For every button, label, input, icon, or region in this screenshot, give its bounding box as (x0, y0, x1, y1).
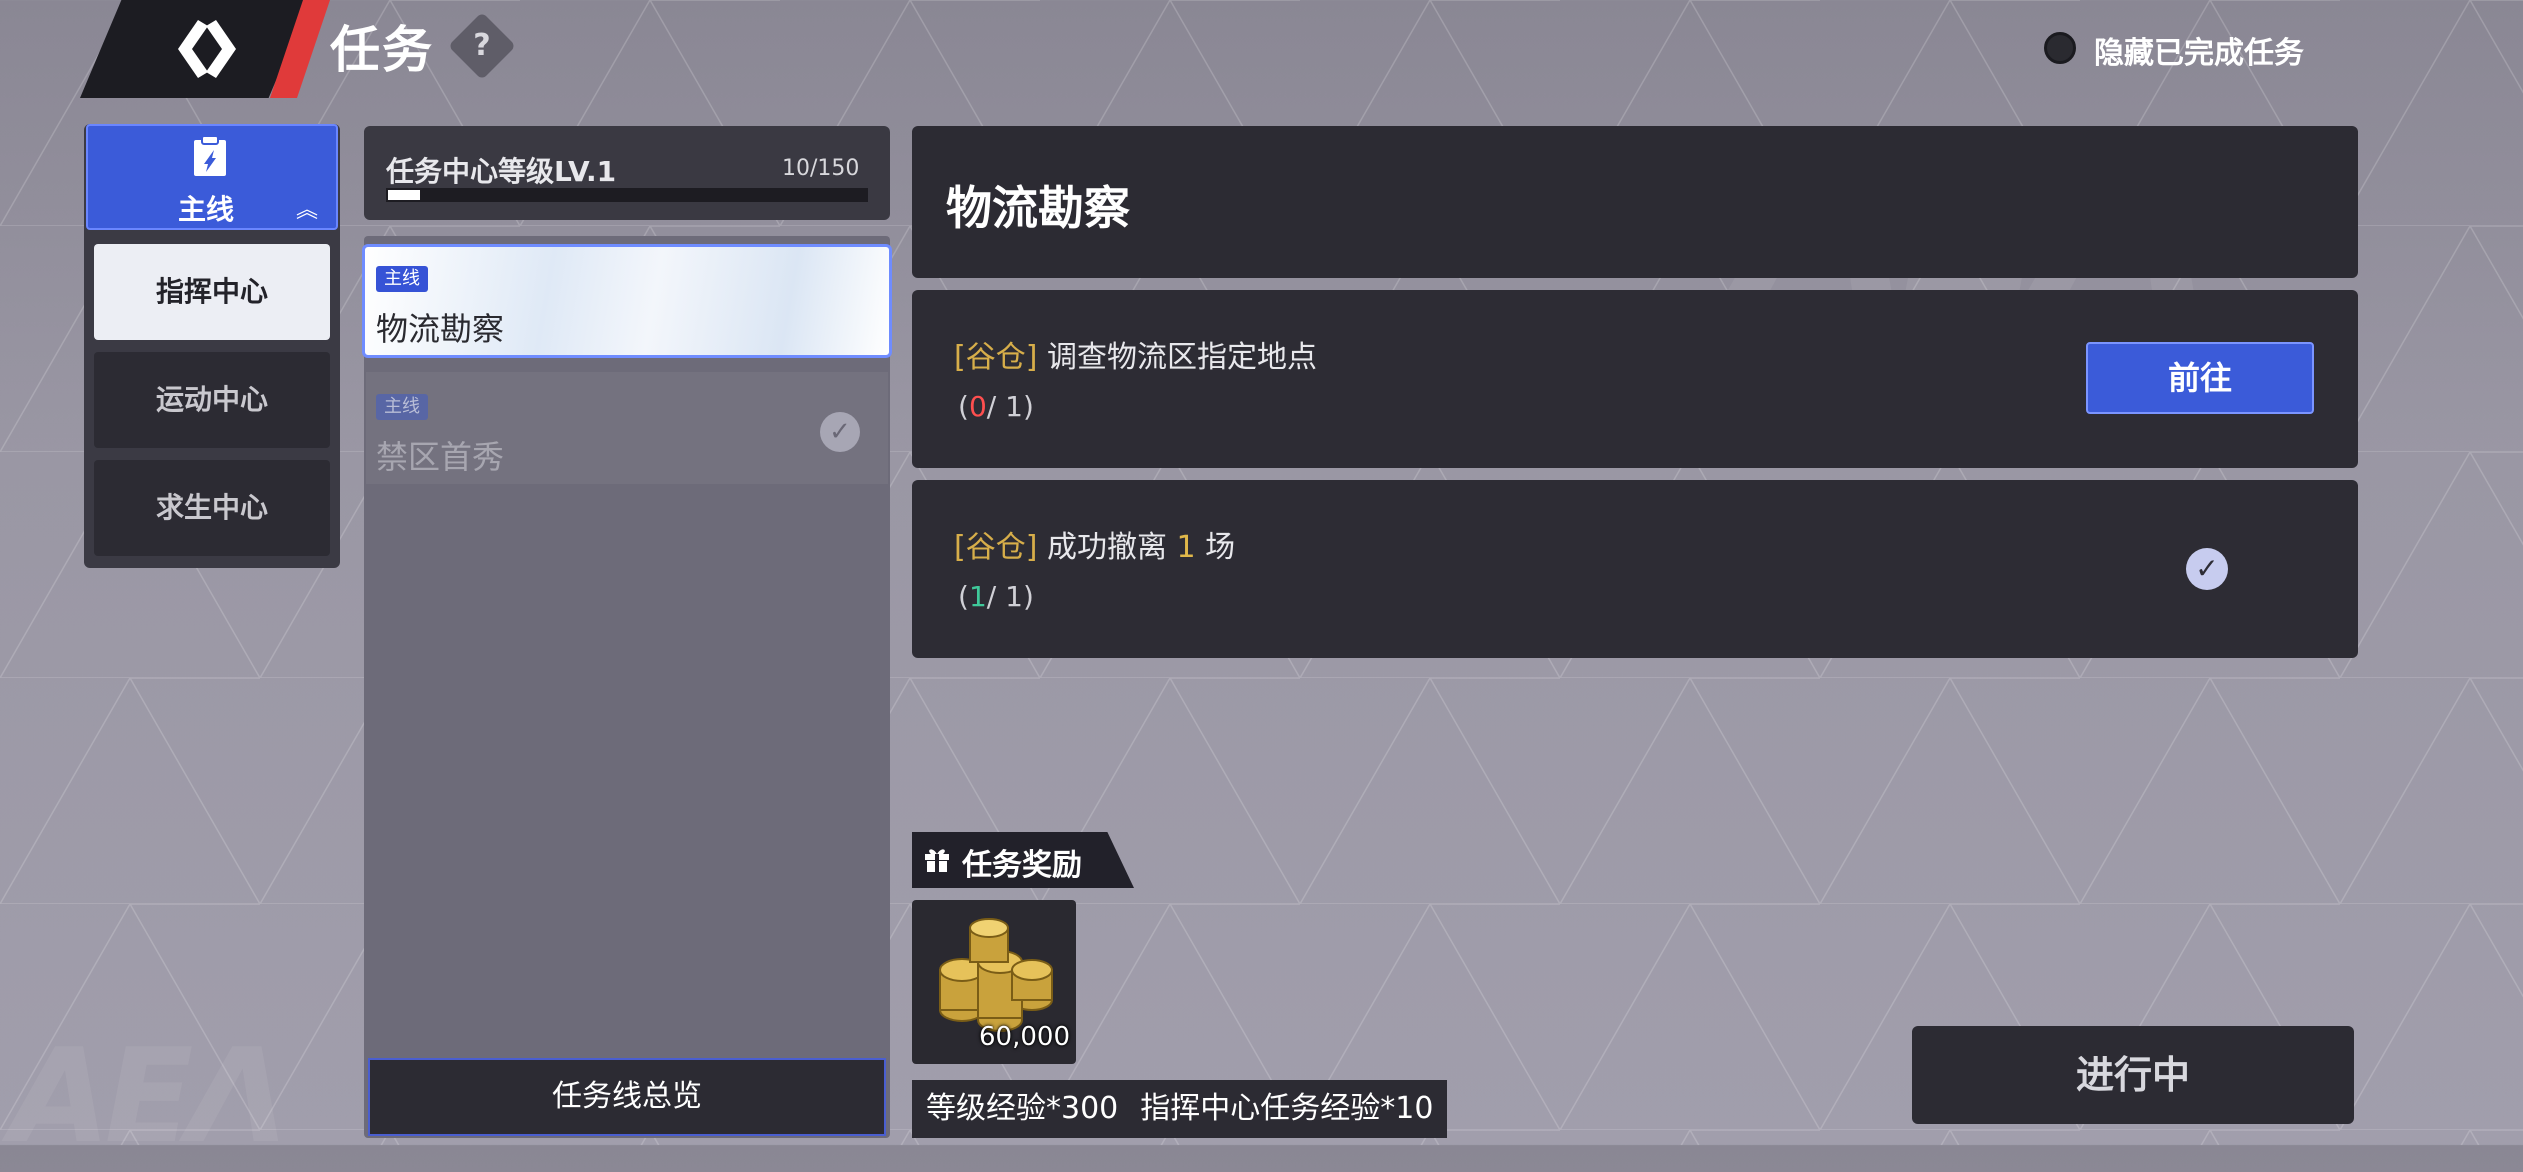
objective-description: 成功撤离 (1046, 530, 1167, 565)
objective-text: [谷仓] 调查物流区指定地点 (954, 332, 1317, 376)
clipboard-icon (194, 135, 226, 176)
progress-close: ) (1022, 390, 1034, 423)
level-progress-track (386, 188, 868, 202)
reward-level-exp: 等级经验*300 (926, 1091, 1119, 1126)
quest-title: 禁区首秀 (376, 438, 505, 476)
objective-card (912, 480, 2358, 658)
progress-sep: / (986, 390, 997, 423)
objective-category: [谷仓] (954, 340, 1038, 375)
progress-total: 1 (1005, 390, 1023, 423)
back-arrow-icon (178, 20, 236, 78)
reward-exp: 等级经验*300 指挥中心任务经验*10 (912, 1080, 1448, 1138)
gift-icon (925, 849, 949, 872)
hide-completed-label[interactable]: 隐藏已完成任务 (2094, 28, 2304, 72)
reward-center-exp: 指挥中心任务经验*10 (1140, 1091, 1434, 1126)
level-progress-fill (388, 190, 420, 200)
nav-item-survival-center[interactable]: 求生中心 (94, 460, 330, 556)
quest-tag-main: 主线 (376, 394, 428, 420)
help-icon[interactable]: ? (458, 22, 506, 70)
quest-tag-main: 主线 (376, 266, 428, 292)
objective-text: [谷仓] 成功撤离 1 场 (954, 522, 1235, 566)
objective-progress: (0/ 1) (958, 390, 1034, 423)
page-title: 任务 (330, 21, 434, 79)
progress-total: 1 (1005, 580, 1023, 613)
quest-detail-title: 物流勘察 (946, 181, 1130, 235)
progress-sep: / (986, 580, 997, 613)
watermark-logo-bottom: AEΛ (10, 1020, 288, 1172)
progress-open: ( (958, 580, 969, 613)
reward-item-count: 60,000 (979, 1022, 1070, 1052)
questline-overview-button[interactable]: 任务线总览 (368, 1058, 886, 1136)
progress-current: 1 (968, 580, 987, 613)
progress-open: ( (958, 390, 969, 423)
objective-description-suffix: 场 (1205, 530, 1236, 565)
progress-close: ) (1022, 580, 1034, 613)
objective-number: 1 (1176, 530, 1196, 565)
objective-category: [谷仓] (954, 530, 1038, 565)
objective-description: 调查物流区指定地点 (1046, 340, 1317, 375)
mission-level-label: 任务中心等级LV.1 (386, 155, 617, 188)
check-icon: ✓ (820, 412, 860, 452)
nav-main-label: 主线 (178, 193, 235, 226)
objective-complete-check-icon: ✓ (2186, 548, 2228, 590)
nav-item-command-center[interactable]: 指挥中心 (94, 244, 330, 340)
quest-status-button[interactable]: 进行中 (1912, 1026, 2354, 1124)
reward-label: 任务奖励 (962, 848, 1082, 883)
progress-current: 0 (968, 390, 987, 423)
quest-title: 物流勘察 (376, 310, 505, 348)
hide-completed-toggle[interactable] (2044, 32, 2076, 64)
go-button[interactable]: 前往 (2086, 342, 2314, 414)
nav-item-sports-center[interactable]: 运动中心 (94, 352, 330, 448)
chevron-up-icon: ︽ (296, 198, 319, 223)
mission-level-count: 10/150 (782, 156, 860, 181)
objective-progress: (1/ 1) (958, 580, 1034, 613)
